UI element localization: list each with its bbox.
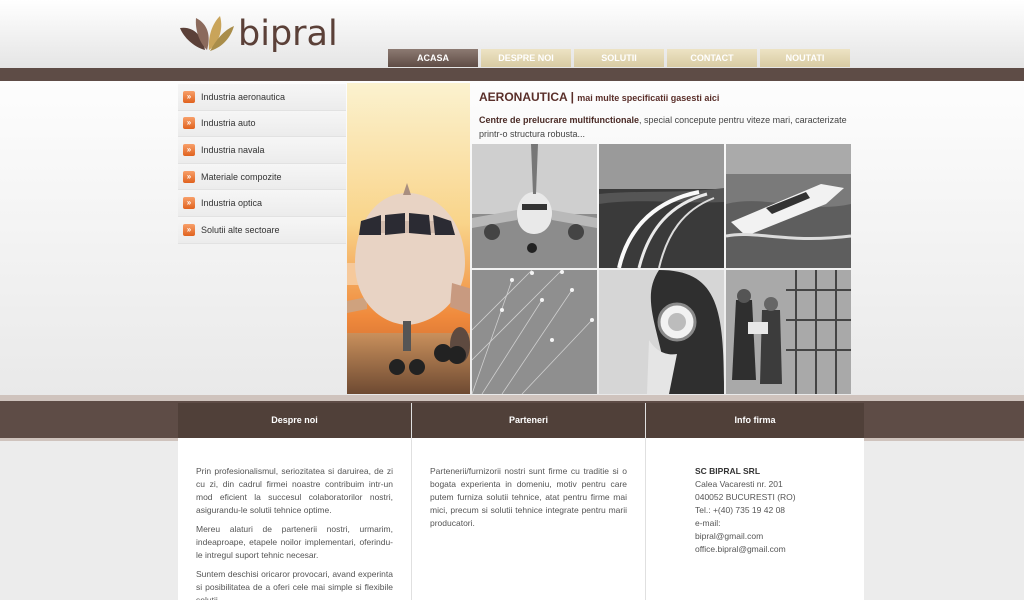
- photo-speedboat: [726, 144, 851, 268]
- footer-col-title: Despre noi: [178, 403, 411, 438]
- sidebar-item-label: Materiale compozite: [201, 171, 282, 182]
- footer-paragraph: Mereu alaturi de partenerii nostri, urma…: [196, 524, 393, 560]
- nav-acasa[interactable]: ACASA: [388, 49, 478, 67]
- sidebar-item-navala[interactable]: » Industria navala: [178, 137, 346, 164]
- double-arrow-icon: »: [183, 170, 195, 183]
- photo-workers-scaffold: [726, 270, 851, 394]
- company-address-line: Calea Vacaresti nr. 201: [695, 479, 783, 489]
- sidebar-item-aeronautica[interactable]: » Industria aeronautica: [178, 84, 346, 111]
- photo-grid: [472, 144, 851, 394]
- footer-paragraph: Prin profesionalismul, seriozitatea si d…: [196, 466, 393, 515]
- sidebar-item-label: Solutii alte sectoare: [201, 224, 280, 235]
- email-link[interactable]: office.bipral@gmail.com: [695, 543, 846, 556]
- nav-noutati[interactable]: NOUTATI: [760, 49, 850, 67]
- company-address-line: 040052 BUCURESTI (RO): [695, 492, 796, 502]
- company-phone: Tel.: +(40) 735 19 42 08: [695, 505, 786, 515]
- email-link[interactable]: bipral@gmail.com: [695, 530, 846, 543]
- sidebar: » Industria aeronautica » Industria auto…: [178, 84, 346, 244]
- sidebar-item-auto[interactable]: » Industria auto: [178, 110, 346, 138]
- title-separator: |: [570, 90, 574, 104]
- email-label: e-mail:: [695, 518, 721, 528]
- sidebar-item-compozite[interactable]: » Materiale compozite: [178, 163, 346, 191]
- top-divider-bar: [0, 68, 1024, 81]
- double-arrow-icon: »: [183, 117, 195, 130]
- sidebar-item-alte-sectoare[interactable]: » Solutii alte sectoare: [178, 216, 346, 244]
- photo-airplane: [472, 144, 597, 268]
- sidebar-item-optica[interactable]: » Industria optica: [178, 190, 346, 217]
- sidebar-item-label: Industria aeronautica: [201, 91, 286, 102]
- sidebar-item-label: Industria optica: [201, 198, 263, 209]
- subtitle-link[interactable]: mai multe specificatii gasesti aici: [577, 93, 719, 103]
- footer-col-body: Prin profesionalismul, seriozitatea si d…: [178, 438, 411, 600]
- logo-text: bipral: [238, 14, 338, 54]
- photo-highway: [599, 144, 724, 268]
- double-arrow-icon: »: [183, 90, 195, 103]
- main-nav: ACASA DESPRE NOI SOLUTII CONTACT NOUTATI: [388, 49, 850, 67]
- nav-solutii[interactable]: SOLUTII: [574, 49, 664, 67]
- double-arrow-icon: »: [183, 197, 195, 210]
- double-arrow-icon: »: [183, 223, 195, 236]
- intro-bold: Centre de prelucrare multifunctionale: [479, 115, 640, 125]
- double-arrow-icon: »: [183, 143, 195, 156]
- nav-contact[interactable]: CONTACT: [667, 49, 757, 67]
- footer-paragraph: Partenerii/furnizorii nostri sunt firme …: [430, 466, 627, 528]
- company-name: SC BIPRAL SRL: [695, 466, 761, 476]
- intro-paragraph: Centre de prelucrare multifunctionale, s…: [479, 113, 859, 141]
- footer-col-body: SC BIPRAL SRL Calea Vacaresti nr. 201 04…: [646, 438, 864, 556]
- footer-col-title: Info firma: [646, 403, 864, 438]
- footer-col-info-firma: Info firma SC BIPRAL SRL Calea Vacaresti…: [646, 403, 864, 600]
- footer-col-body: Partenerii/furnizorii nostri sunt firme …: [412, 438, 645, 530]
- leaf-logo-icon: [180, 16, 234, 51]
- footer-col-parteneri: Parteneri Partenerii/furnizorii nostri s…: [412, 403, 646, 600]
- logo[interactable]: bipral: [178, 14, 338, 64]
- photo-optical-lens: [599, 270, 724, 394]
- sidebar-item-label: Industria navala: [201, 144, 265, 155]
- section-title: AERONAUTICA: [479, 90, 568, 104]
- footer-col-title: Parteneri: [412, 403, 645, 438]
- photo-optical-fibers: [472, 270, 597, 394]
- nav-despre-noi[interactable]: DESPRE NOI: [481, 49, 571, 67]
- footer-columns: Despre noi Prin profesionalismul, serioz…: [178, 403, 864, 600]
- sidebar-item-label: Industria auto: [201, 118, 256, 129]
- footer-col-despre-noi: Despre noi Prin profesionalismul, serioz…: [178, 403, 412, 600]
- content-intro: AERONAUTICA | mai multe specificatii gas…: [479, 90, 859, 141]
- page-title: AERONAUTICA | mai multe specificatii gas…: [479, 90, 859, 104]
- hero-airplane-image: [347, 83, 470, 394]
- footer-paragraph: Suntem deschisi oricaror provocari, avan…: [196, 569, 393, 600]
